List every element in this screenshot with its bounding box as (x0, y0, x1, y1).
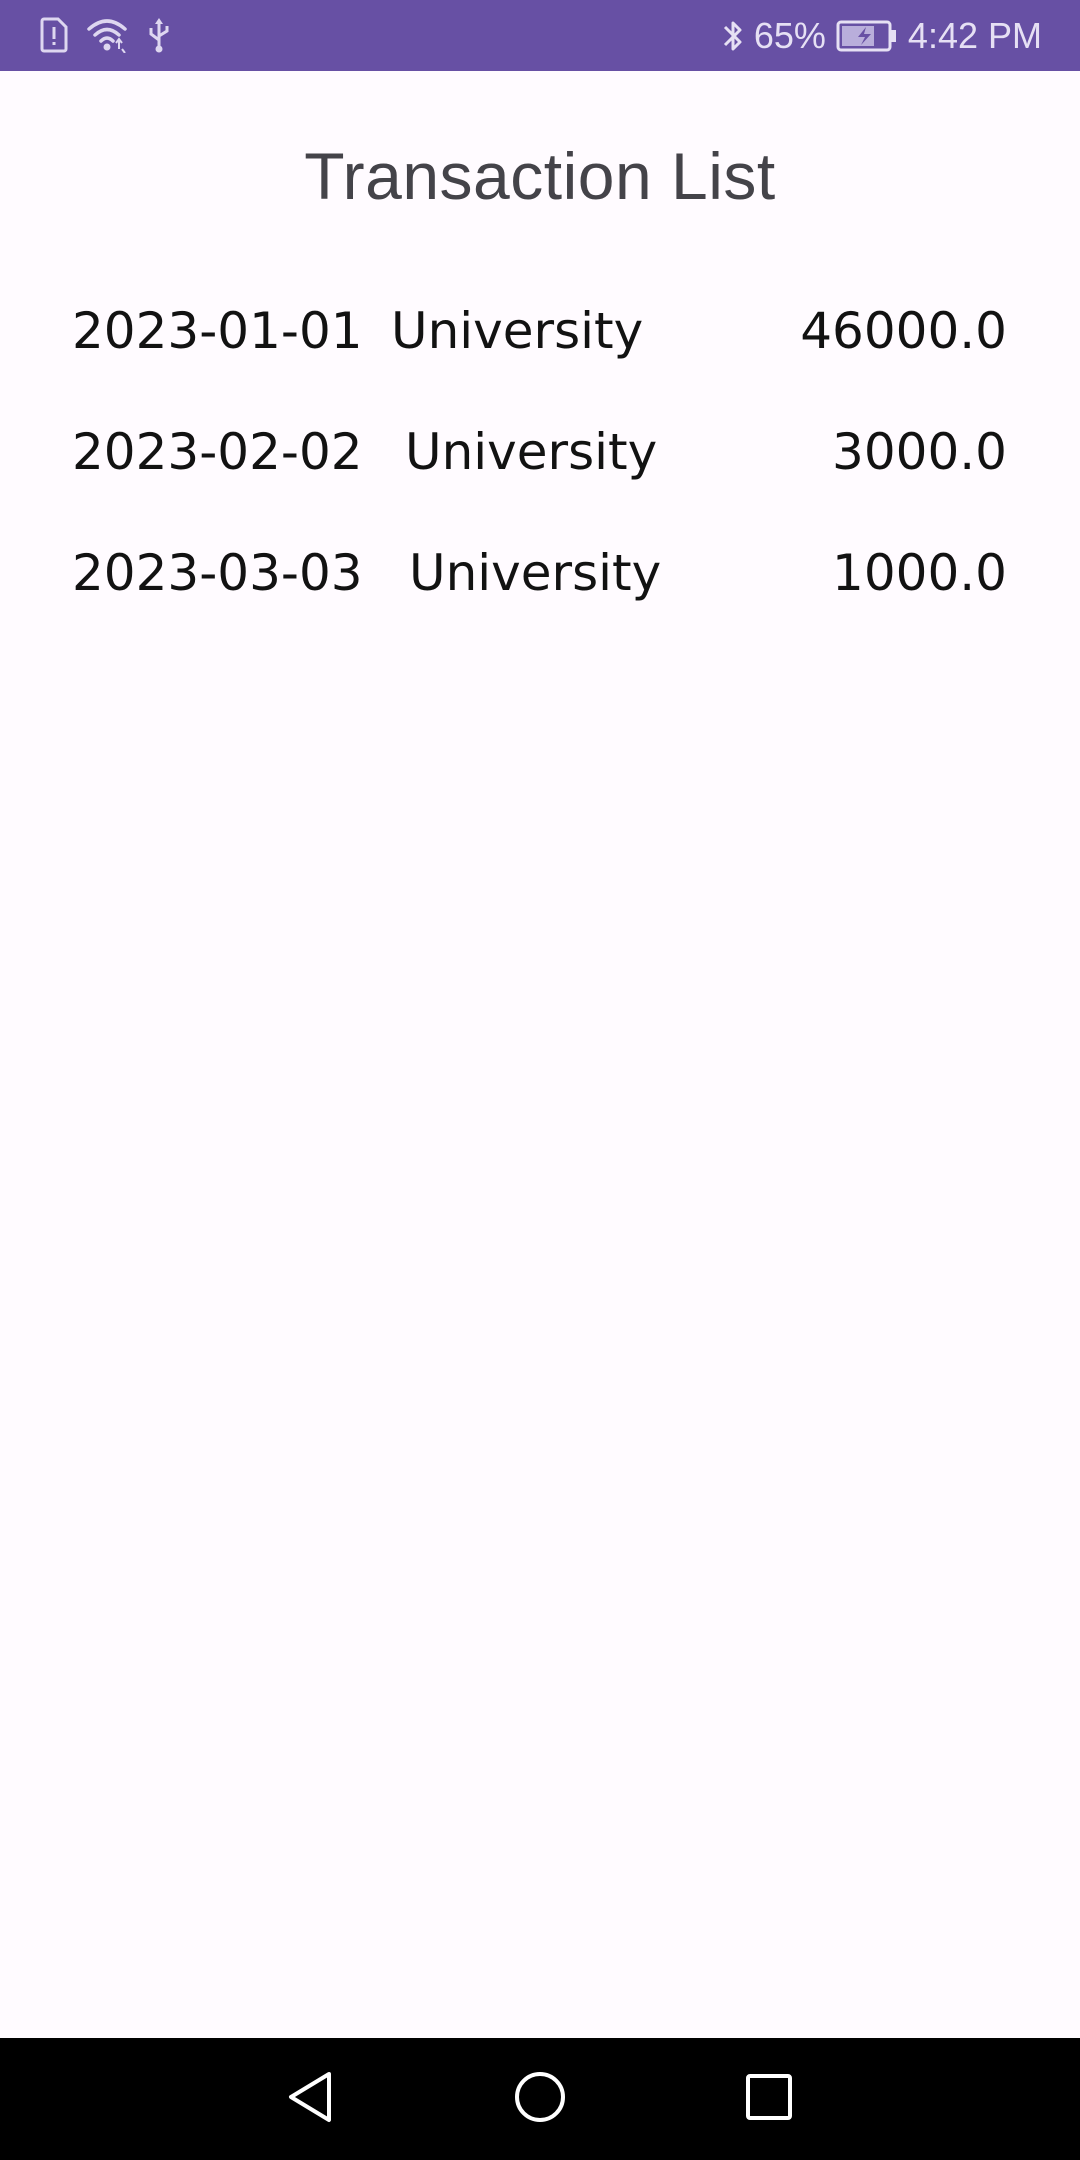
battery-charging-icon (836, 19, 898, 53)
home-icon (513, 2070, 567, 2128)
transaction-description: University (409, 544, 662, 602)
usb-icon (146, 16, 172, 54)
navigation-bar (0, 2038, 1080, 2160)
recents-button[interactable] (737, 2067, 801, 2131)
transaction-row[interactable]: 2023-02-02 University 3000.0 (72, 407, 1007, 528)
home-button[interactable] (508, 2067, 572, 2131)
transaction-description: University (405, 423, 658, 481)
sim-alert-icon (40, 17, 68, 53)
bluetooth-icon (722, 18, 744, 54)
main-content: Transaction List 2023-01-01 University 4… (0, 71, 1080, 2038)
status-bar-left (40, 16, 172, 54)
transaction-description: University (391, 302, 644, 360)
clock: 4:42 PM (907, 15, 1042, 56)
page-title: Transaction List (304, 139, 776, 213)
wifi-icon (86, 17, 128, 53)
transaction-date: 2023-01-01 (72, 302, 363, 360)
transaction-row[interactable]: 2023-01-01 University 46000.0 (72, 286, 1007, 407)
transaction-amount: 1000.0 (832, 544, 1007, 602)
battery-percent: 65% (753, 15, 826, 56)
transaction-list: 2023-01-01 University 46000.0 2023-02-02… (72, 286, 1007, 649)
recents-icon (744, 2072, 794, 2126)
status-bar-right: 65% 4:42 PM (722, 12, 1042, 60)
transaction-date: 2023-02-02 (72, 423, 363, 481)
back-icon (285, 2070, 335, 2128)
status-bar: 65% 4:42 PM (0, 0, 1080, 71)
transaction-date: 2023-03-03 (72, 544, 363, 602)
transaction-amount: 3000.0 (832, 423, 1007, 481)
transaction-row[interactable]: 2023-03-03 University 1000.0 (72, 528, 1007, 649)
back-button[interactable] (278, 2067, 342, 2131)
transaction-amount: 46000.0 (800, 302, 1007, 360)
